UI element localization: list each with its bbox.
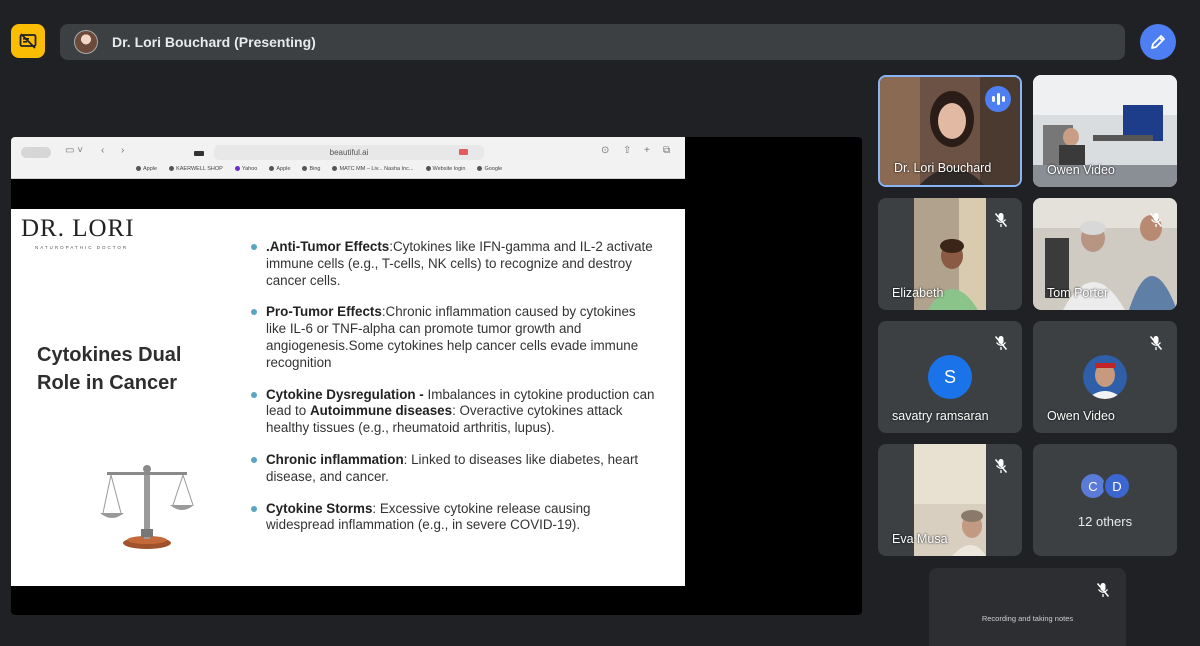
slide-bullet-list: .Anti-Tumor Effects:Cytokines like IFN-g… [249, 239, 659, 549]
avatar [1083, 355, 1127, 399]
bookmark-item: Apple [136, 166, 157, 176]
share-icon: ⇧ [623, 145, 632, 156]
slide-title: Cytokines Dual Role in Cancer [37, 344, 182, 394]
participant-tile-owen-video[interactable]: Owen Video [1033, 75, 1177, 187]
bookmark-item: Bing [302, 166, 320, 176]
browser-gap [11, 179, 685, 209]
avatar: D [1103, 472, 1131, 500]
slide-logo-subtitle: NATUROPATHIC DOCTOR [35, 245, 129, 250]
notes-label: Recording and taking notes [981, 614, 1074, 623]
forward-icon: › [121, 145, 125, 156]
annotate-button[interactable] [1140, 24, 1176, 60]
bookmark-item: Website login [425, 166, 465, 176]
participant-name: Owen Video [1047, 409, 1115, 423]
participant-name: savatry ramsaran [892, 409, 989, 423]
others-count: 12 others [1077, 514, 1133, 529]
participant-name: Owen Video [1047, 163, 1115, 177]
pen-icon [1151, 35, 1165, 49]
participant-tile-lori-bouchard[interactable]: Dr. Lori Bouchard [878, 75, 1022, 187]
avatar: S [928, 355, 972, 399]
back-icon: ‹ [101, 145, 105, 156]
bookmark-item: KAERWELL SHOP [169, 166, 223, 176]
participant-name: Dr. Lori Bouchard [894, 161, 992, 175]
sidebar-toggle-button [21, 147, 51, 158]
list-item: Cytokine Storms: Excessive cytokine rele… [249, 501, 659, 535]
speaking-indicator [985, 86, 1011, 112]
others-avatars: C D [1079, 472, 1131, 500]
participant-name: Eva Musa [892, 532, 948, 546]
extension-icon [194, 151, 204, 156]
mic-off-icon [994, 336, 1008, 350]
recording-icon [459, 149, 468, 155]
tab-overview-icon: ▭ ˅ [65, 145, 84, 156]
mic-off-icon [994, 459, 1008, 473]
balance-scale-image [100, 465, 194, 549]
participant-name: Tom Porter [1047, 286, 1109, 300]
participant-tile-tom-porter[interactable]: Tom Porter [1033, 198, 1177, 310]
bookmark-item: Apple [269, 166, 290, 176]
presenter-name: Dr. Lori Bouchard (Presenting) [112, 34, 316, 50]
presentation-slide: DR. LORI NATUROPATHIC DOCTOR Cytokines D… [11, 209, 685, 586]
bookmark-item: MATC MM – Liv... Nasha Inc... [332, 166, 414, 176]
present-off-icon [19, 33, 37, 49]
mic-off-icon [994, 213, 1008, 227]
list-item: Chronic inflammation: Linked to diseases… [249, 452, 659, 486]
list-item: Pro-Tumor Effects:Chronic inflammation c… [249, 304, 659, 371]
mic-off-icon [1149, 336, 1163, 350]
new-tab-icon: + [644, 145, 650, 156]
url-field: beautiful.ai [214, 145, 484, 160]
participant-tile-elizabeth[interactable]: Elizabeth [878, 198, 1022, 310]
present-toggle-button[interactable] [11, 24, 45, 58]
notes-tile[interactable]: Recording and taking notes [929, 568, 1126, 646]
shared-screen: ▭ ˅ ‹ › beautiful.ai ⊙ ⇧ + ⧉ Apple KAERW… [11, 137, 862, 615]
participant-tile-savatry-ramsaran[interactable]: S savatry ramsaran [878, 321, 1022, 433]
bookmarks-bar: Apple KAERWELL SHOP Yahoo Apple Bing MAT… [136, 166, 502, 176]
participant-name: Elizabeth [892, 286, 944, 300]
download-icon: ⊙ [601, 145, 610, 156]
browser-toolbar: ▭ ˅ ‹ › beautiful.ai ⊙ ⇧ + ⧉ Apple KAERW… [11, 137, 685, 179]
avatar [74, 30, 98, 54]
list-item: Cytokine Dysregulation - Imbalances in c… [249, 387, 659, 437]
others-tile[interactable]: C D 12 others [1033, 444, 1177, 556]
mic-off-icon [1149, 213, 1163, 227]
presenter-bar[interactable]: Dr. Lori Bouchard (Presenting) [60, 24, 1125, 60]
list-item: .Anti-Tumor Effects:Cytokines like IFN-g… [249, 239, 659, 289]
participant-tile-eva-musa[interactable]: Eva Musa [878, 444, 1022, 556]
mic-off-icon [1096, 583, 1110, 597]
bookmark-item: Google [477, 166, 502, 176]
url-text: beautiful.ai [329, 148, 369, 157]
meet-window: Dr. Lori Bouchard (Presenting) ▭ ˅ ‹ › b… [0, 0, 1200, 646]
bookmark-item: Yahoo [234, 166, 257, 176]
tabs-icon: ⧉ [663, 145, 671, 156]
slide-logo: DR. LORI [21, 215, 135, 242]
participant-tile-owen-video-2[interactable]: Owen Video [1033, 321, 1177, 433]
